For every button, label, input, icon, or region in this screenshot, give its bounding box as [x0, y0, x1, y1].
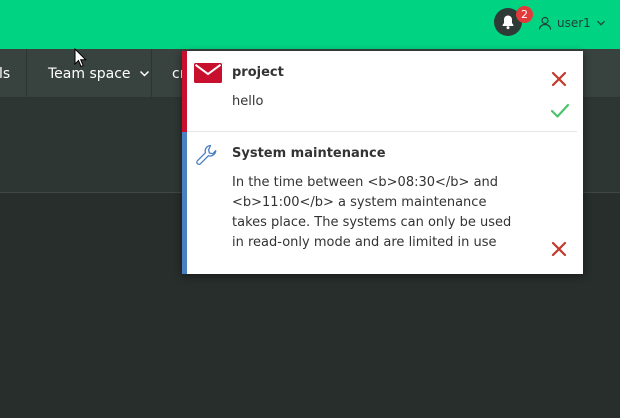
nav-item-team-space[interactable]: Team space: [27, 49, 152, 98]
username-label: user1: [557, 16, 591, 30]
user-icon: [538, 16, 552, 30]
mark-read-button[interactable]: [550, 102, 570, 119]
notifications-dropdown: project hello System maintenance In the …: [182, 51, 583, 274]
chevron-down-icon: [139, 70, 149, 77]
nav-item-ls[interactable]: ls: [0, 49, 27, 98]
envelope-icon: [194, 63, 222, 83]
bell-icon: [502, 15, 514, 30]
chevron-down-icon: [596, 20, 605, 26]
mouse-cursor-icon: [74, 48, 88, 68]
notification-title: project: [232, 65, 284, 80]
nav-item-label: ls: [0, 65, 11, 82]
wrench-icon: [196, 144, 217, 165]
notification-body: hello: [232, 94, 264, 109]
notification-body: In the time between <b>08:30</b> and <b>…: [232, 175, 512, 250]
user-menu[interactable]: user1: [538, 13, 606, 33]
notification-accent-bar: [182, 132, 187, 274]
nav-item-label: Team space: [48, 65, 131, 82]
notification-title: System maintenance: [232, 146, 386, 161]
dismiss-notification-button[interactable]: [551, 71, 567, 87]
notification-item: System maintenance In the time between <…: [182, 132, 583, 274]
notification-count-badge: 2: [516, 6, 533, 23]
top-bar: 2 user1: [0, 0, 620, 49]
notification-item: project hello: [182, 51, 583, 132]
dismiss-notification-button[interactable]: [551, 241, 567, 257]
notification-accent-bar: [182, 51, 187, 132]
